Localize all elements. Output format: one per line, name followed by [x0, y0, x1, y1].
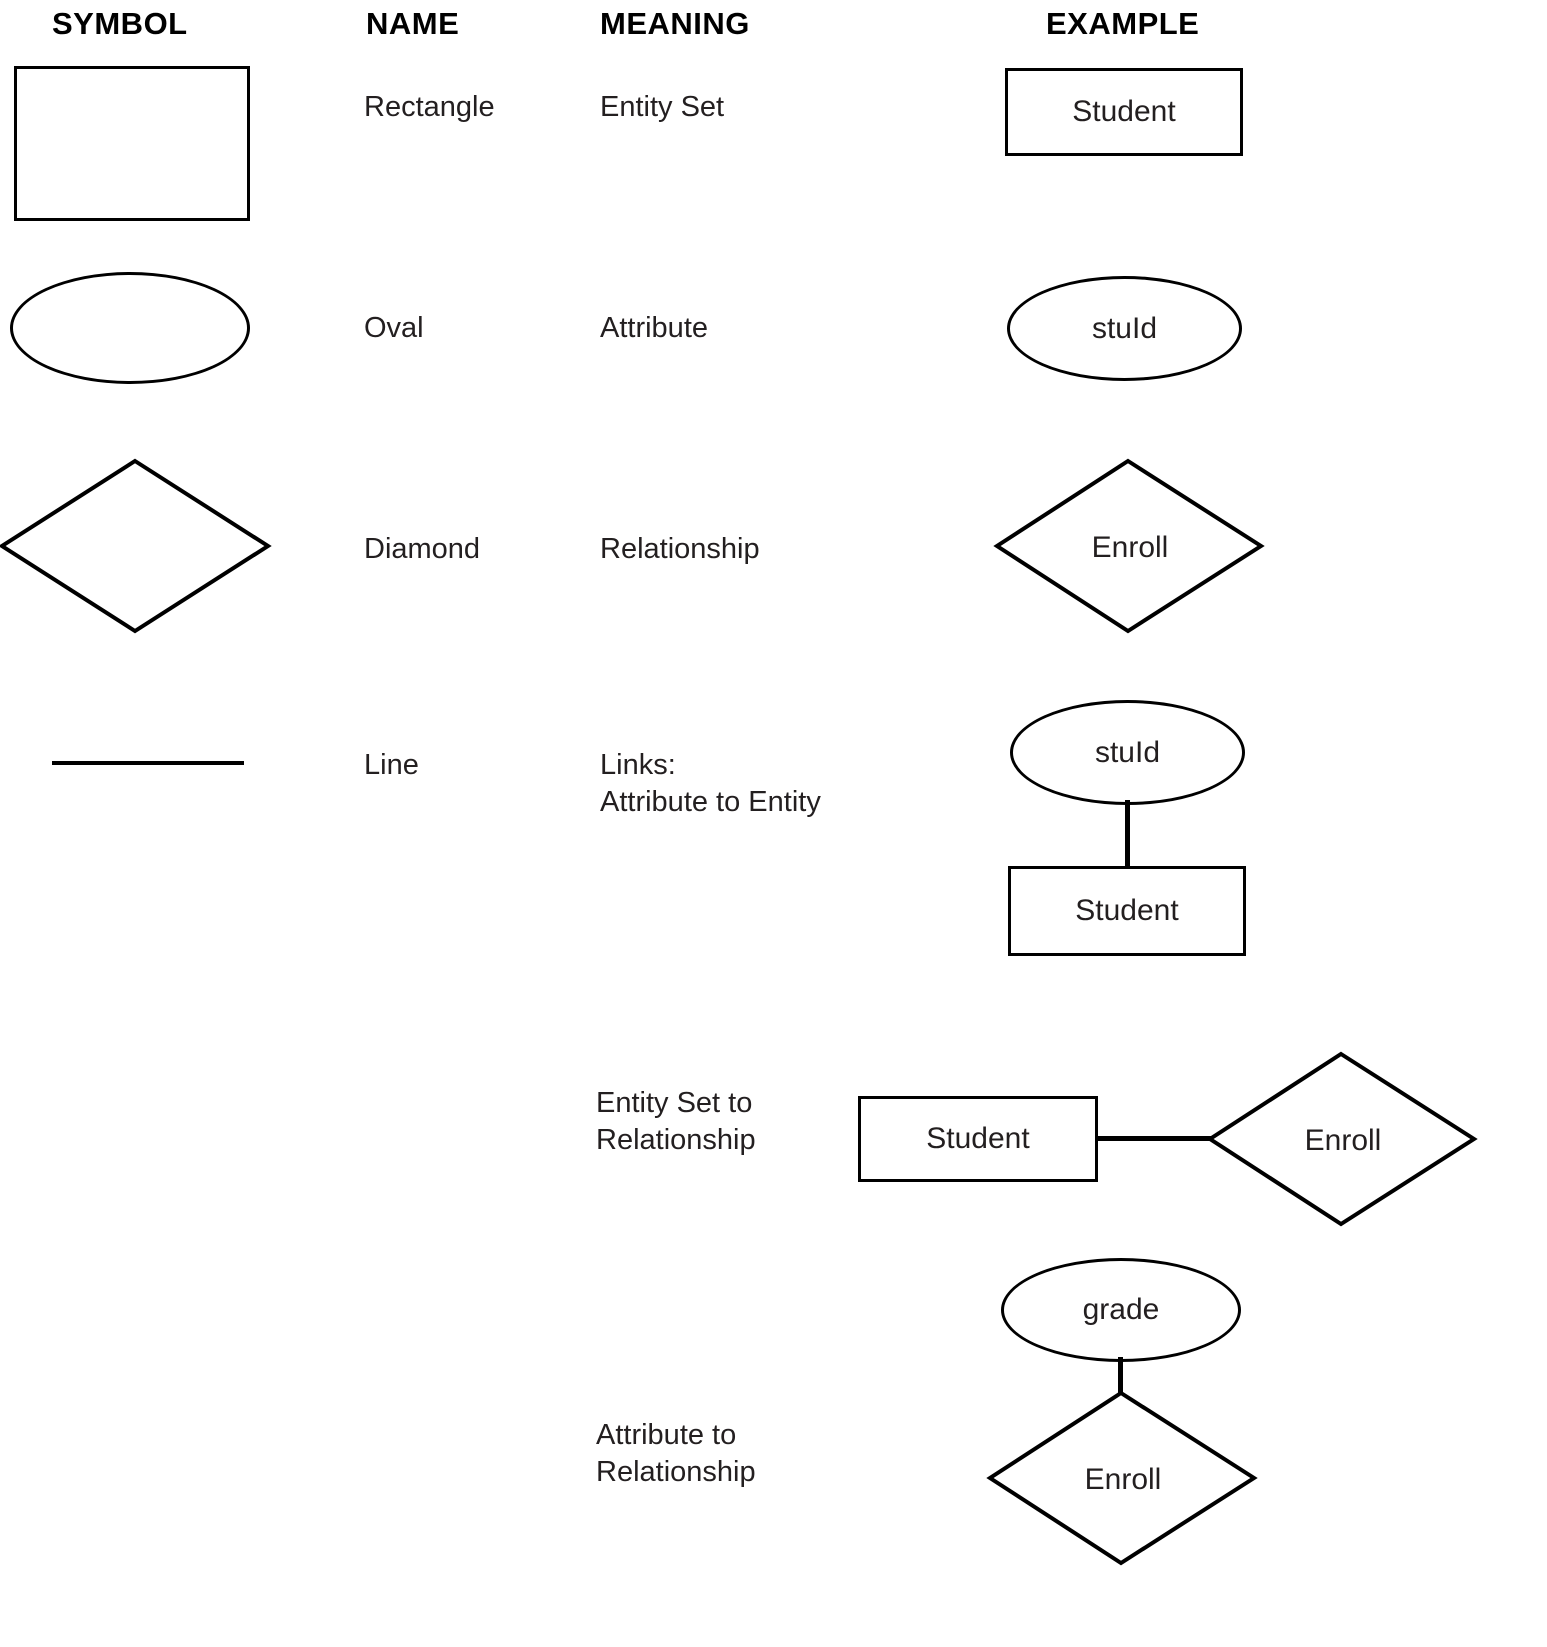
example-relationship-label-2: Enroll — [1304, 1124, 1382, 1157]
example-relationship-attribute-label: grade — [1082, 1293, 1160, 1326]
row-meaning-attribute: Attribute — [600, 312, 708, 344]
row-meaning-attribute-to-relationship-line1: Attribute to — [596, 1419, 737, 1451]
column-header-name: NAME — [366, 6, 460, 41]
symbol-diamond — [0, 458, 272, 634]
row-name-diamond: Diamond — [364, 533, 481, 565]
row-meaning-attribute-to-relationship-line2: Relationship — [596, 1456, 756, 1488]
connector-entity-to-relationship — [1096, 1136, 1212, 1141]
row-meaning-links-line1: Links: — [600, 749, 676, 781]
example-link-attribute-oval-stuid: stuId — [1010, 700, 1245, 805]
example-entity-rectangle-student-2: Student — [858, 1096, 1098, 1182]
row-name-line: Line — [364, 749, 419, 781]
example-link-entity-rectangle-student: Student — [1008, 866, 1246, 956]
example-relationship-label: Enroll — [1091, 531, 1169, 564]
er-notation-legend: SYMBOL NAME MEANING EXAMPLE Rectangle En… — [0, 0, 1547, 1647]
example-entity-rectangle-student: Student — [1005, 68, 1243, 156]
connector-attribute-to-entity — [1125, 800, 1130, 868]
example-link-entity-label: Student — [1075, 894, 1179, 927]
example-relationship-attribute-oval-grade: grade — [1001, 1258, 1241, 1362]
example-relationship-label-3: Enroll — [1084, 1463, 1162, 1496]
row-meaning-entity-to-relationship-line1: Entity Set to — [596, 1087, 753, 1119]
example-entity-label: Student — [1072, 95, 1176, 128]
row-meaning-entity-set: Entity Set — [600, 91, 725, 123]
symbol-rectangle — [14, 66, 250, 221]
example-attribute-oval-stuid: stuId — [1007, 276, 1242, 381]
example-link-attribute-label: stuId — [1094, 735, 1161, 769]
row-meaning-relationship: Relationship — [600, 533, 760, 565]
row-name-oval: Oval — [364, 312, 424, 344]
symbol-oval — [10, 272, 250, 384]
symbol-line — [52, 761, 244, 765]
example-attribute-label: stuId — [1091, 311, 1158, 345]
row-meaning-entity-to-relationship-line2: Relationship — [596, 1124, 756, 1156]
column-header-symbol: SYMBOL — [52, 6, 188, 41]
column-header-meaning: MEANING — [600, 6, 750, 41]
row-meaning-links-line2: Attribute to Entity — [600, 786, 821, 818]
example-entity-label-2: Student — [926, 1122, 1030, 1155]
row-name-rectangle: Rectangle — [364, 91, 495, 123]
column-header-example: EXAMPLE — [1046, 6, 1200, 41]
